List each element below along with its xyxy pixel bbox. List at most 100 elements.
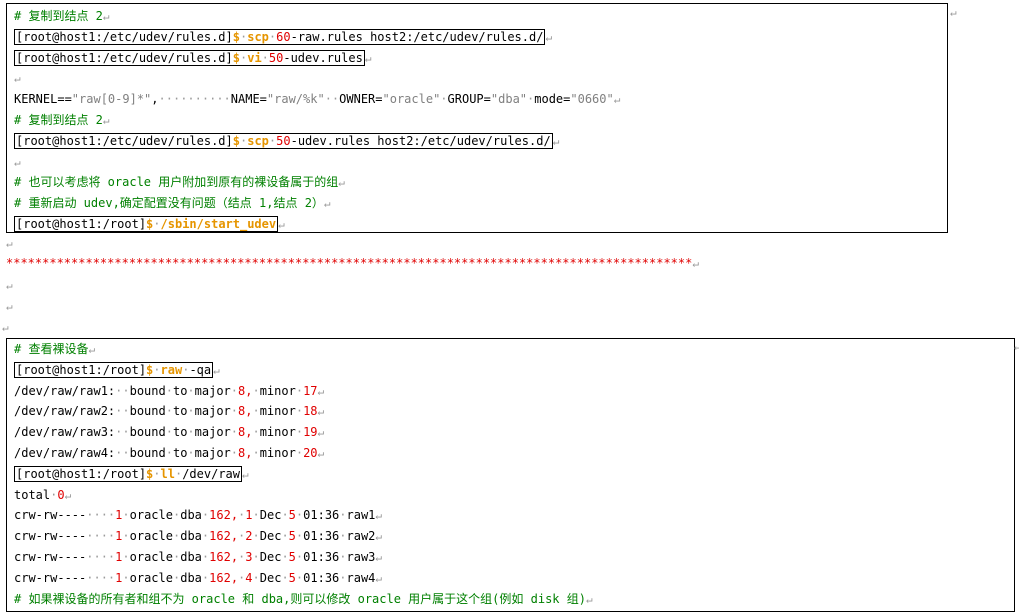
space-marker: · [252, 550, 260, 564]
paragraph-mark: ↵ [278, 218, 285, 231]
space-marker: · [230, 383, 239, 398]
file-month: Dec [259, 508, 282, 523]
space-marker: · [122, 570, 130, 585]
code-line: [root@host1:/root]$·raw·-qa ↵ [14, 360, 220, 380]
space-marker: · [281, 508, 289, 523]
space-marker: · [281, 570, 289, 585]
code-block-raw-devices: # 查看裸设备↵ [root@host1:/root]$·raw·-qa ↵/dev… [6, 338, 1015, 612]
comma: , [151, 92, 159, 107]
output-word: bound [129, 383, 166, 398]
file-month: Dec [259, 550, 282, 564]
command-frame: [root@host1:/root]$·raw·-qa [14, 361, 214, 378]
output-word: to [172, 446, 188, 460]
code-line: # 重新启动 udev,确定配置没有问题（结点 1,结点 2）↵ [14, 193, 331, 213]
code-line: [root@host1:/root]$·/sbin/start_udev ↵ [14, 214, 285, 234]
paragraph-mark: ↵ [364, 51, 372, 65]
separator-line: ****************************************… [6, 256, 699, 270]
code-line: ↵ [14, 68, 21, 88]
output-word: minor [259, 404, 296, 419]
shell-prompt: [root@host1:/root] [16, 362, 147, 377]
file-time: 01:36 [303, 508, 340, 523]
paragraph-mark: ↵ [88, 343, 96, 356]
code-line: # 复制到结点 2↵ [14, 110, 110, 130]
major-number: 8, [238, 404, 253, 419]
shell-prompt: [root@host1:/root] [16, 217, 147, 231]
comment-text: # 复制到结点 2 [14, 9, 103, 23]
space-marker: · [187, 383, 195, 398]
output-word: to [172, 383, 188, 398]
command-name: ll [160, 466, 175, 481]
code-line: ↵ [14, 152, 21, 172]
comment-text: # 重新启动 udev,确定配置没有问题（结点 1,结点 2） [14, 196, 324, 211]
paragraph-mark: ↵ [545, 30, 553, 44]
space-marker: · [339, 550, 347, 564]
permissions: crw-rw---- [14, 529, 87, 544]
space-marker: · [165, 425, 173, 440]
file-time: 01:36 [303, 529, 340, 544]
output-word: minor [259, 446, 296, 460]
major-number: 162, [209, 529, 239, 544]
paragraph-mark: ↵ [585, 592, 593, 606]
number-token: 50 [276, 133, 291, 148]
paragraph-mark: ↵ [317, 447, 325, 460]
shell-prompt: [root@host1:/etc/udev/rules.d] [16, 50, 233, 65]
space-marker: · [153, 217, 161, 231]
code-line: [root@host1:/etc/udev/rules.d]$·scp·50-u… [14, 131, 559, 151]
code-line: # 查看裸设备↵ [14, 339, 95, 359]
file-owner: oracle [129, 550, 173, 564]
minor-number: 17 [303, 383, 318, 398]
space-marker: · [261, 50, 269, 65]
file-time: 01:36 [303, 550, 340, 564]
code-line: total·0↵ [14, 485, 71, 505]
file-month: Dec [259, 570, 282, 585]
rule-key: GROUP= [447, 92, 491, 107]
space-marker: · [230, 404, 239, 419]
minor-number: 2 [245, 529, 253, 544]
file-group: dba [180, 508, 202, 523]
output-word: bound [129, 425, 166, 440]
space-marker: · [252, 383, 260, 398]
file-owner: oracle [129, 570, 173, 585]
space-marker: · [252, 425, 260, 440]
output-word: bound [129, 404, 166, 419]
file-month: Dec [259, 529, 282, 544]
command-frame: [root@host1:/root]$·/sbin/start_udev [14, 216, 279, 232]
paragraph-mark: ↵ [6, 279, 13, 292]
major-number: 8, [238, 383, 253, 398]
command-name: vi [247, 50, 262, 65]
rule-key: OWNER= [339, 92, 383, 107]
output-word: minor [259, 383, 296, 398]
shell-prompt: [root@host1:/etc/udev/rules.d] [16, 29, 233, 44]
paragraph-mark: ↵ [375, 509, 383, 523]
permissions: crw-rw---- [14, 550, 87, 564]
number-token: 0 [57, 487, 65, 502]
shell-prompt: [root@host1:/root] [16, 466, 147, 481]
rule-value: "0660" [570, 92, 614, 107]
file-group: dba [180, 570, 202, 585]
command-frame: [root@host1:/etc/udev/rules.d]$·vi·50-ud… [14, 49, 365, 66]
paragraph-mark: ↵ [375, 530, 383, 544]
code-line: crw-rw----····1·oracle·dba·162,·1·Dec·5·… [14, 505, 382, 525]
device-path: /dev/raw/raw3: [14, 425, 116, 440]
device-path: /dev/raw/raw4: [14, 446, 116, 460]
code-line: /dev/raw/raw2:··bound·to·major·8,·minor·… [14, 401, 324, 421]
code-line: KERNEL=="raw[0-9]*",··········NAME="raw/… [14, 89, 620, 109]
file-day: 5 [288, 508, 296, 523]
space-marker: · [339, 529, 347, 544]
space-marker: · [122, 550, 130, 564]
paragraph-mark: ↵ [2, 321, 9, 334]
output-word: to [172, 425, 188, 440]
space-marker: · [295, 425, 304, 440]
space-marker: · [165, 383, 173, 398]
paragraph-mark: ↵ [375, 571, 383, 585]
paragraph-mark: ↵ [317, 405, 325, 419]
command-name: raw [160, 362, 183, 377]
permissions: crw-rw---- [14, 570, 87, 585]
space-marker: ·· [115, 383, 130, 398]
code-line: /dev/raw/raw3:··bound·to·major·8,·minor·… [14, 422, 324, 442]
paragraph-mark: ↵ [14, 155, 21, 169]
minor-number: 20 [303, 446, 318, 460]
command-frame: [root@host1:/etc/udev/rules.d]$·scp·50-u… [14, 132, 553, 149]
space-marker: ···· [86, 570, 116, 585]
command-frame: [root@host1:/root]$·ll·/dev/raw [14, 465, 242, 482]
